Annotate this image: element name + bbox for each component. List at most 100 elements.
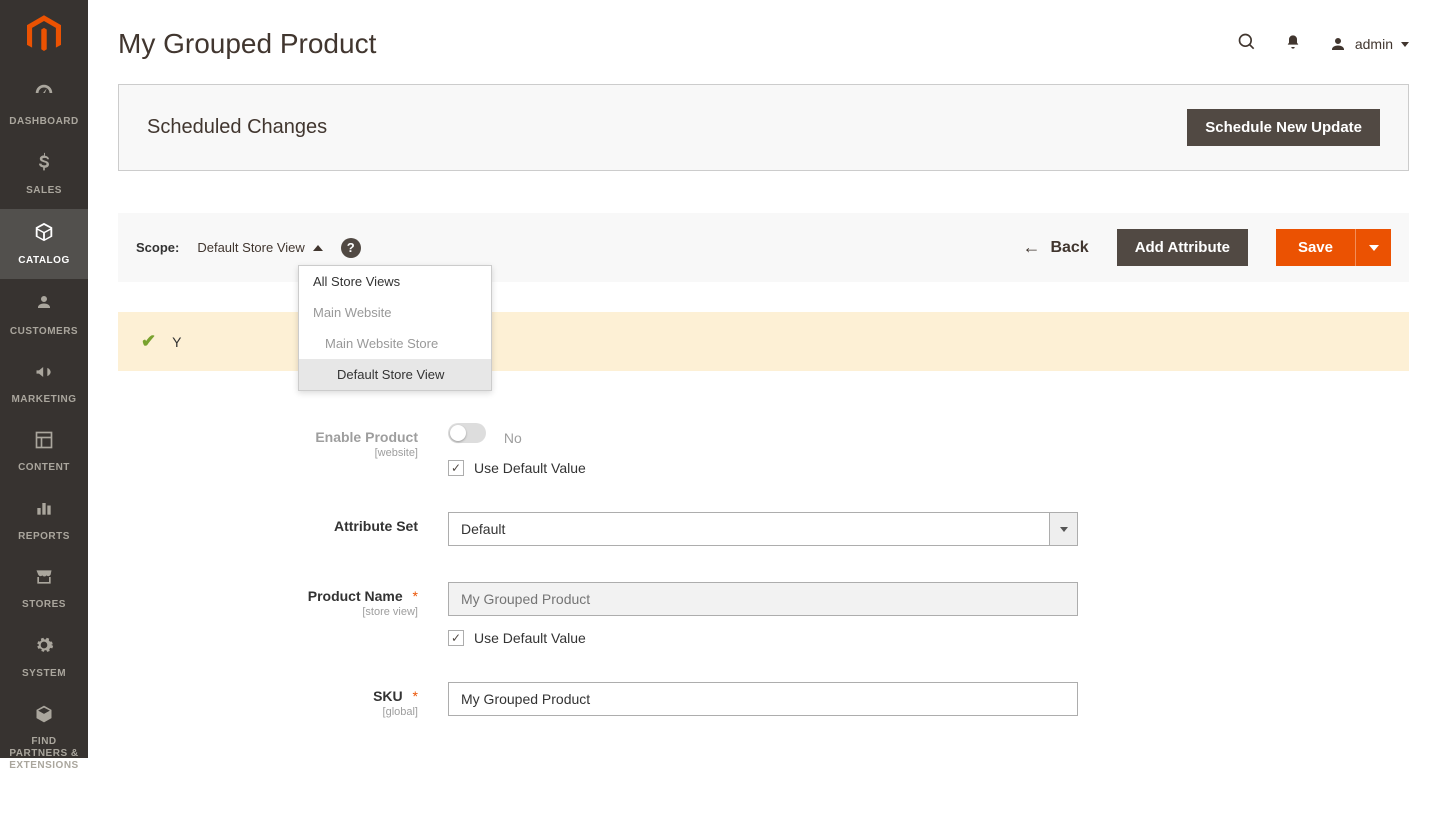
field-col: [448, 682, 1078, 716]
scope-option-main-website-store: Main Website Store: [299, 328, 491, 359]
schedule-new-update-button[interactable]: Schedule New Update: [1187, 109, 1380, 146]
use-default-row: ✓ Use Default Value: [448, 460, 1078, 476]
back-button[interactable]: Back: [1022, 237, 1088, 258]
arrow-left-icon: [1022, 237, 1040, 258]
sidebar-label: DASHBOARD: [9, 116, 79, 128]
label-col: SKU * [global]: [118, 682, 448, 718]
scope-dropdown: All Store Views Main Website Main Websit…: [298, 265, 492, 391]
scope-wrap: Scope: Default Store View ?: [136, 238, 361, 258]
sidebar-item-content[interactable]: CONTENT: [0, 418, 88, 486]
back-label: Back: [1050, 239, 1088, 257]
enable-product-toggle[interactable]: [448, 423, 486, 443]
dollar-icon: [34, 152, 54, 178]
scope-option-default-store-view[interactable]: Default Store View: [299, 359, 491, 390]
product-name-label: Product Name: [308, 588, 403, 604]
sku-row: SKU * [global]: [118, 682, 1409, 718]
scope-selector[interactable]: Default Store View: [197, 240, 322, 255]
magento-logo[interactable]: [0, 0, 88, 70]
attribute-set-row: Attribute Set: [118, 512, 1409, 546]
product-name-scope: [store view]: [118, 606, 418, 618]
chevron-down-icon: [1060, 527, 1068, 532]
help-icon[interactable]: ?: [341, 238, 361, 258]
sidebar-label: MARKETING: [11, 394, 76, 406]
actions-bar: Scope: Default Store View ? Back Add Att…: [118, 213, 1409, 282]
enable-product-scope: [website]: [118, 447, 418, 459]
scope-option-main-website: Main Website: [299, 297, 491, 328]
bell-icon[interactable]: [1285, 33, 1301, 56]
right-actions: Back Add Attribute Save: [1022, 229, 1391, 266]
sidebar-item-sales[interactable]: SALES: [0, 140, 88, 208]
sidebar-label: CATALOG: [18, 255, 69, 267]
person-icon: [35, 291, 53, 319]
dashboard-icon: [33, 82, 55, 110]
label-col: Enable Product [website]: [118, 423, 448, 459]
scope-label: Scope:: [136, 240, 179, 255]
add-attribute-button[interactable]: Add Attribute: [1117, 229, 1248, 266]
page-header: My Grouped Product admin: [118, 0, 1409, 84]
gear-icon: [34, 635, 54, 661]
enable-product-toggle-label: No: [504, 430, 522, 446]
layout-icon: [34, 430, 54, 456]
attribute-set-label: Attribute Set: [118, 518, 418, 534]
storefront-icon: [33, 567, 55, 593]
attribute-set-select[interactable]: [448, 512, 1078, 546]
sku-input[interactable]: [448, 682, 1078, 716]
admin-username: admin: [1355, 36, 1393, 52]
check-icon: ✔: [141, 331, 156, 352]
sidebar-item-dashboard[interactable]: DASHBOARD: [0, 70, 88, 140]
required-indicator: *: [413, 588, 418, 604]
sidebar-item-marketing[interactable]: MARKETING: [0, 350, 88, 418]
sidebar-item-customers[interactable]: CUSTOMERS: [0, 279, 88, 349]
save-button-group: Save: [1276, 229, 1391, 266]
scheduled-changes-panel: Scheduled Changes Schedule New Update: [118, 84, 1409, 171]
cube-icon: [33, 221, 55, 249]
save-dropdown-toggle[interactable]: [1355, 229, 1391, 266]
sidebar-label: SYSTEM: [22, 668, 66, 680]
sku-label: SKU: [373, 688, 403, 704]
main-content: My Grouped Product admin Scheduled Chang…: [88, 0, 1439, 814]
sidebar-item-catalog[interactable]: CATALOG: [0, 209, 88, 279]
scope-selected-value: Default Store View: [197, 240, 304, 255]
label-col: Product Name * [store view]: [118, 582, 448, 618]
required-indicator: *: [413, 688, 418, 704]
use-default-row: ✓ Use Default Value: [448, 630, 1078, 646]
product-name-input[interactable]: [448, 582, 1078, 616]
enable-product-default-checkbox[interactable]: ✓: [448, 460, 464, 476]
field-col: [448, 512, 1078, 546]
bars-icon: [34, 498, 54, 524]
chevron-down-icon: [1401, 42, 1409, 47]
sku-scope: [global]: [118, 706, 418, 718]
sidebar-item-reports[interactable]: REPORTS: [0, 486, 88, 554]
field-col: ✓ Use Default Value: [448, 582, 1078, 646]
scope-option-all-store-views[interactable]: All Store Views: [299, 266, 491, 297]
banner-message: Y: [172, 334, 181, 350]
sidebar-label: SALES: [26, 185, 62, 197]
user-icon: [1329, 35, 1347, 53]
sidebar-item-system[interactable]: SYSTEM: [0, 623, 88, 691]
sidebar-item-stores[interactable]: STORES: [0, 555, 88, 623]
product-form: Enable Product [website] No ✓ Use Defaul…: [118, 423, 1409, 718]
attribute-set-toggle[interactable]: [1049, 512, 1078, 546]
use-default-label: Use Default Value: [474, 460, 586, 476]
puzzle-icon: [34, 704, 54, 730]
save-button[interactable]: Save: [1276, 229, 1355, 266]
admin-sidebar: DASHBOARD SALES CATALOG CUSTOMERS MARKET…: [0, 0, 88, 758]
scheduled-changes-title: Scheduled Changes: [147, 116, 327, 139]
sidebar-label: CUSTOMERS: [10, 326, 78, 338]
admin-user-menu[interactable]: admin: [1329, 35, 1409, 53]
label-col: Attribute Set: [118, 512, 448, 534]
header-tools: admin: [1237, 32, 1409, 57]
bullhorn-icon: [33, 362, 55, 388]
sidebar-label: REPORTS: [18, 531, 70, 543]
enable-product-row: Enable Product [website] No ✓ Use Defaul…: [118, 423, 1409, 476]
search-icon[interactable]: [1237, 32, 1257, 57]
sidebar-label: CONTENT: [18, 462, 70, 474]
field-col: No ✓ Use Default Value: [448, 423, 1078, 476]
chevron-down-icon: [1369, 245, 1379, 251]
magento-icon: [27, 15, 61, 55]
enable-product-label: Enable Product: [118, 429, 418, 445]
attribute-set-input[interactable]: [448, 512, 1049, 546]
product-name-default-checkbox[interactable]: ✓: [448, 630, 464, 646]
chevron-up-icon: [313, 245, 323, 251]
page-title: My Grouped Product: [118, 28, 376, 60]
